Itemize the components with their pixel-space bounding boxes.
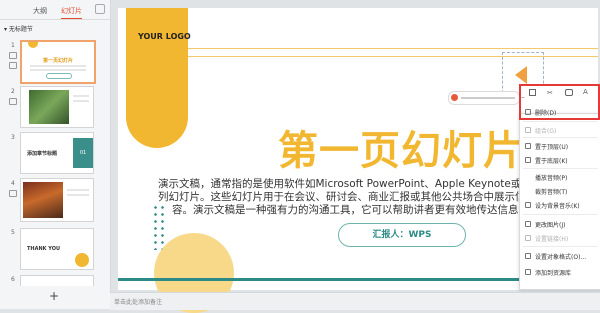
- link-icon: [525, 235, 531, 241]
- thumb-text-line: [73, 95, 89, 97]
- thumb-title: 添加章节标题: [27, 151, 58, 157]
- panel-divider: [0, 19, 110, 20]
- slide-title[interactable]: 第一页幻灯片: [278, 118, 524, 176]
- menu-item-change-picture[interactable]: 更改图片(J): [525, 218, 597, 230]
- slide-thumbnail-2[interactable]: [20, 86, 94, 128]
- menu-item-send-to-back[interactable]: 置于底层(K): [525, 154, 597, 166]
- menu-separator: [523, 168, 598, 169]
- format-object-icon: [525, 253, 531, 259]
- menu-item-set-link[interactable]: 设置链接(H): [525, 232, 597, 244]
- slide-number: 1: [11, 42, 15, 49]
- menu-separator: [523, 214, 598, 215]
- tab-outline[interactable]: 大纲: [33, 6, 47, 16]
- audio-icon: [9, 62, 17, 69]
- slide-thumbnail-3[interactable]: 添加章节标题 01: [20, 132, 94, 174]
- slide-thumbnail-4[interactable]: [20, 178, 94, 222]
- thumb-title: THANK YOU: [27, 246, 61, 252]
- thumb-photo: [29, 90, 69, 124]
- presenter-box[interactable]: 汇报人：WPS: [338, 223, 466, 247]
- blank-icon: [525, 188, 531, 194]
- menu-separator: [523, 137, 598, 138]
- panel-collapse-icon[interactable]: [95, 4, 105, 14]
- music-icon: [525, 202, 531, 208]
- bring-front-icon: [525, 143, 531, 149]
- play-button-icon[interactable]: [451, 94, 458, 101]
- menu-item-group[interactable]: 组合(G): [525, 124, 597, 136]
- notes-bar[interactable]: 单击此处添加备注: [110, 292, 600, 310]
- deco-line: [188, 48, 598, 49]
- slide-number: 3: [11, 134, 15, 141]
- slide-panel: 大纲 幻灯片 ▾ 无标题节 1 第一页幻灯片 2 3 添加章节标题 01 4 5…: [0, 0, 111, 309]
- tab-slides[interactable]: 幻灯片: [61, 6, 82, 19]
- thumb-badge: 01: [73, 138, 93, 168]
- thumb-text-line: [67, 189, 89, 191]
- thumb-text-line: [67, 194, 89, 196]
- thumb-photo: [23, 182, 63, 218]
- slide-number: 4: [11, 180, 15, 187]
- menu-item-bring-to-front[interactable]: 置于顶层(U): [525, 140, 597, 152]
- blank-icon: [525, 174, 531, 180]
- image-icon: [525, 221, 531, 227]
- slide-thumbnail-5[interactable]: THANK YOU: [20, 228, 94, 270]
- highlight-box: [519, 84, 600, 120]
- section-label[interactable]: ▾ 无标题节: [4, 24, 33, 33]
- yellow-banner: [126, 8, 188, 148]
- menu-item-play-audio[interactable]: 播放音频(P): [525, 171, 597, 183]
- menu-item-trim-audio[interactable]: 裁剪音频(T): [525, 185, 597, 197]
- thumb-decoration: [75, 253, 89, 267]
- star-icon: [9, 52, 17, 59]
- speaker-icon[interactable]: [515, 66, 527, 84]
- thumb-text-line: [73, 100, 89, 102]
- menu-item-add-to-library[interactable]: 添加到资源库: [525, 266, 597, 278]
- notes-placeholder[interactable]: 单击此处添加备注: [114, 297, 162, 306]
- menu-separator: [523, 121, 598, 122]
- menu-separator: [523, 246, 598, 247]
- slide-thumbnail-1[interactable]: 第一页幻灯片: [20, 40, 96, 84]
- thumb-decoration: [28, 42, 38, 48]
- star-icon: [9, 98, 17, 105]
- thumb-text-line: [30, 69, 86, 71]
- group-icon: [525, 127, 531, 133]
- slide-number: 6: [11, 276, 15, 283]
- thumb-text-line: [30, 65, 86, 67]
- library-icon: [525, 269, 531, 275]
- context-menu: 删除(D) 组合(G) 置于顶层(U) 置于底层(K) 播放音频(P) 裁剪音频…: [519, 109, 600, 290]
- thumb-title: 第一页幻灯片: [42, 58, 73, 64]
- slide-number: 2: [11, 88, 15, 95]
- add-slide-button[interactable]: +: [49, 289, 59, 303]
- logo-text: YOUR LOGO: [138, 32, 191, 41]
- menu-item-set-background-music[interactable]: 设为背景音乐(K): [525, 199, 597, 211]
- audio-progress-track[interactable]: [461, 97, 515, 99]
- star-icon: [9, 190, 17, 197]
- menu-item-format-object[interactable]: 设置对象格式(O)...: [525, 250, 597, 262]
- slide-number: 5: [11, 229, 15, 236]
- thumb-button: [46, 73, 72, 79]
- send-back-icon: [525, 157, 531, 163]
- audio-player-bar[interactable]: [448, 91, 520, 105]
